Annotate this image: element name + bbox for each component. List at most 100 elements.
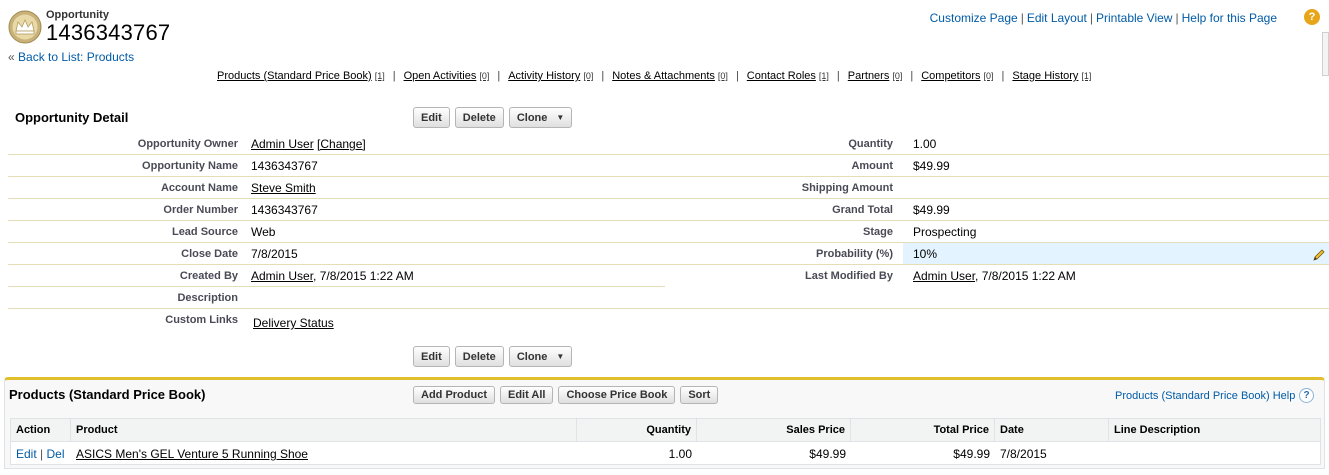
field-label: Shipping Amount bbox=[801, 182, 893, 194]
change-owner-link[interactable]: [Change] bbox=[317, 137, 366, 151]
related-count-activity-history: [0] bbox=[583, 71, 594, 81]
products-table: Action Product Quantity Sales Price Tota… bbox=[10, 418, 1321, 465]
field-label: Opportunity Name bbox=[142, 160, 238, 172]
field-label: Grand Total bbox=[832, 204, 893, 216]
dropdown-caret-icon[interactable]: ▼ bbox=[556, 113, 564, 122]
field-row-description: Description bbox=[8, 287, 1329, 309]
last-modified-date: , 7/8/2015 1:22 AM bbox=[975, 269, 1076, 283]
opportunity-crown-icon bbox=[8, 10, 42, 44]
delete-row-link[interactable]: Del bbox=[47, 447, 65, 461]
related-link-products[interactable]: Products (Standard Price Book) bbox=[217, 70, 372, 82]
field-value: 1436343767 bbox=[251, 159, 318, 173]
column-header-line-description[interactable]: Line Description bbox=[1109, 419, 1320, 442]
field-value: 1.00 bbox=[913, 137, 937, 151]
related-link-notes-attachments[interactable]: Notes & Attachments bbox=[612, 70, 715, 82]
column-header-action: Action bbox=[11, 419, 71, 442]
detail-bottom-buttons: Edit Delete Clone ▼ bbox=[413, 346, 573, 367]
action-separator: | bbox=[40, 447, 44, 461]
table-cell-total-price: $49.99 bbox=[953, 447, 990, 461]
edit-all-button[interactable]: Edit All bbox=[500, 386, 554, 404]
delete-button[interactable]: Delete bbox=[454, 346, 504, 367]
help-icon[interactable]: ? bbox=[1304, 9, 1320, 25]
clone-button[interactable]: Clone ▼ bbox=[508, 107, 573, 128]
edit-button[interactable]: Edit bbox=[413, 346, 450, 367]
field-label: Close Date bbox=[181, 248, 238, 260]
field-row-close-date: Close Date 7/8/2015 bbox=[8, 243, 665, 265]
field-value: Admin User [Change] bbox=[251, 137, 366, 151]
field-value: 7/8/2015 bbox=[251, 247, 298, 261]
related-count-open-activities: [0] bbox=[479, 71, 490, 81]
edit-row-link[interactable]: Edit bbox=[16, 447, 37, 461]
table-cell-date: 7/8/2015 bbox=[1000, 447, 1047, 461]
field-label: Quantity bbox=[848, 138, 893, 150]
related-count-competitors: [0] bbox=[983, 71, 994, 81]
edit-layout-link[interactable]: Edit Layout bbox=[1027, 11, 1087, 25]
back-to-list-link[interactable]: « Back to List: Products bbox=[8, 50, 134, 64]
delete-button[interactable]: Delete bbox=[454, 107, 504, 128]
column-header-total-price[interactable]: Total Price bbox=[851, 419, 995, 442]
products-help-link[interactable]: Products (Standard Price Book) Help bbox=[1115, 390, 1295, 402]
related-link-partners[interactable]: Partners bbox=[848, 70, 890, 82]
column-header-date[interactable]: Date bbox=[995, 419, 1109, 442]
field-label: Lead Source bbox=[171, 226, 238, 238]
products-section-title: Products (Standard Price Book) bbox=[9, 387, 206, 402]
choose-price-book-button[interactable]: Choose Price Book bbox=[558, 386, 676, 404]
printable-view-link[interactable]: Printable View bbox=[1096, 11, 1173, 25]
created-by-link[interactable]: Admin User bbox=[251, 269, 313, 283]
field-row-order-number: Order Number 1436343767 bbox=[8, 199, 665, 221]
table-cell-quantity: 1.00 bbox=[668, 447, 692, 461]
related-link-activity-history[interactable]: Activity History bbox=[508, 70, 580, 82]
field-label: Account Name bbox=[160, 182, 238, 194]
field-row-probability[interactable]: Probability (%) 10% bbox=[665, 243, 1329, 265]
field-label: Created By bbox=[179, 270, 238, 282]
customize-page-link[interactable]: Customize Page bbox=[930, 11, 1018, 25]
created-by-date: , 7/8/2015 1:22 AM bbox=[313, 269, 414, 283]
related-count-notes-attachments: [0] bbox=[717, 71, 728, 81]
add-product-button[interactable]: Add Product bbox=[413, 386, 495, 404]
related-count-contact-roles: [1] bbox=[818, 71, 829, 81]
top-links: Customize Page | Edit Layout | Printable Vie… bbox=[929, 11, 1277, 25]
back-to-list-label[interactable]: Back to List: Products bbox=[18, 50, 134, 64]
table-cell-product: ASICS Men's GEL Venture 5 Running Shoe bbox=[71, 443, 577, 465]
back-arrow: « bbox=[8, 50, 15, 64]
product-link[interactable]: ASICS Men's GEL Venture 5 Running Shoe bbox=[76, 447, 308, 461]
field-row-amount: Amount $49.99 bbox=[665, 155, 1329, 177]
clone-button-label: Clone bbox=[516, 111, 548, 124]
column-header-product[interactable]: Product bbox=[71, 419, 577, 442]
field-row-lead-source: Lead Source Web bbox=[8, 221, 665, 243]
field-row-stage: Stage Prospecting bbox=[665, 221, 1329, 243]
field-value: Admin User, 7/8/2015 1:22 AM bbox=[251, 269, 414, 283]
field-label: Stage bbox=[863, 226, 893, 238]
field-label: Custom Links bbox=[165, 314, 238, 326]
edit-button[interactable]: Edit bbox=[413, 107, 450, 128]
question-mark-icon[interactable]: ? bbox=[1299, 388, 1314, 403]
scrollbar[interactable] bbox=[1322, 32, 1329, 76]
detail-top-buttons: Edit Delete Clone ▼ bbox=[413, 107, 573, 128]
help-for-page-link[interactable]: Help for this Page bbox=[1182, 11, 1277, 25]
related-link-competitors[interactable]: Competitors bbox=[921, 70, 980, 82]
field-label: Last Modified By bbox=[804, 270, 893, 282]
field-label: Amount bbox=[851, 160, 893, 172]
field-row-last-modified-by: Last Modified By Admin User, 7/8/2015 1:… bbox=[665, 265, 1329, 287]
column-header-sales-price[interactable]: Sales Price bbox=[697, 419, 851, 442]
related-link-contact-roles[interactable]: Contact Roles bbox=[747, 70, 816, 82]
dropdown-caret-icon[interactable]: ▼ bbox=[556, 352, 564, 361]
field-label: Description bbox=[177, 292, 238, 304]
clone-button-label: Clone bbox=[516, 350, 548, 363]
field-row-account-name: Account Name Steve Smith bbox=[8, 177, 665, 199]
field-row-created-by: Created By Admin User, 7/8/2015 1:22 AM bbox=[8, 265, 665, 287]
column-header-quantity[interactable]: Quantity bbox=[577, 419, 697, 442]
field-value: 10% bbox=[913, 247, 938, 261]
field-row-quantity: Quantity 1.00 bbox=[665, 133, 1329, 155]
delivery-status-link[interactable]: Delivery Status bbox=[253, 316, 334, 330]
last-modified-link[interactable]: Admin User bbox=[913, 269, 975, 283]
related-link-open-activities[interactable]: Open Activities bbox=[404, 70, 477, 82]
account-link[interactable]: Steve Smith bbox=[251, 181, 316, 195]
sort-button[interactable]: Sort bbox=[680, 386, 719, 404]
clone-button[interactable]: Clone ▼ bbox=[508, 346, 573, 367]
table-cell-line-description bbox=[1109, 443, 1320, 465]
field-row-shipping-amount: Shipping Amount bbox=[665, 177, 1329, 199]
field-value: 1436343767 bbox=[251, 203, 318, 217]
owner-link[interactable]: Admin User bbox=[251, 137, 314, 151]
related-link-stage-history[interactable]: Stage History bbox=[1012, 70, 1078, 82]
